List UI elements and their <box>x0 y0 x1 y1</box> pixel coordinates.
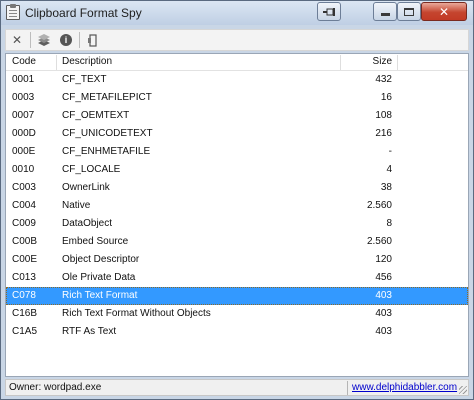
row-size: 432 <box>375 74 392 85</box>
maximize-button[interactable] <box>397 2 421 21</box>
list-row[interactable]: C00E Object Descriptor 120 <box>6 251 468 269</box>
row-code: 000E <box>12 146 36 157</box>
minimize-button[interactable] <box>373 2 397 21</box>
row-code: 000D <box>12 128 36 139</box>
help-button[interactable] <box>33 30 55 50</box>
pin-icon <box>323 7 335 16</box>
row-size: 120 <box>375 254 392 265</box>
list-row[interactable]: C004 Native 2.560 <box>6 197 468 215</box>
row-description: RTF As Text <box>62 326 117 337</box>
column-divider[interactable] <box>397 55 398 70</box>
column-divider[interactable] <box>340 55 341 70</box>
maximize-icon <box>404 7 414 16</box>
status-bar: Owner: wordpad.exe www.delphidabbler.com <box>5 379 469 396</box>
row-size: 8 <box>386 218 392 229</box>
row-code: 0001 <box>12 74 35 85</box>
row-code: C078 <box>12 290 36 301</box>
minimize-icon <box>380 13 390 16</box>
row-description: Object Descriptor <box>62 254 140 265</box>
about-button[interactable]: i <box>55 30 77 50</box>
list-row[interactable]: C00B Embed Source 2.560 <box>6 233 468 251</box>
row-description: DataObject <box>62 218 113 229</box>
row-description: CF_ENHMETAFILE <box>62 146 151 157</box>
exit-button[interactable] <box>82 30 104 50</box>
row-size: - <box>388 146 392 157</box>
row-description: Ole Private Data <box>62 272 136 283</box>
row-size: 16 <box>380 92 392 103</box>
row-description: OwnerLink <box>62 182 110 193</box>
row-size: 403 <box>375 290 392 301</box>
row-description: Rich Text Format <box>62 290 138 301</box>
close-icon: ✕ <box>11 33 23 47</box>
list-row[interactable]: 0003 CF_METAFILEPICT 16 <box>6 89 468 107</box>
row-code: C013 <box>12 272 36 283</box>
row-description: CF_OEMTEXT <box>62 110 130 121</box>
window-title: Clipboard Format Spy <box>25 6 142 20</box>
row-description: Native <box>62 200 91 211</box>
row-code: C009 <box>12 218 36 229</box>
column-header-code[interactable]: Code <box>12 56 36 67</box>
books-icon <box>38 33 50 46</box>
exit-door-icon <box>88 33 97 47</box>
toolbar: ✕ i <box>5 29 469 51</box>
row-description: CF_LOCALE <box>62 164 121 175</box>
main-window: Clipboard Format Spy ✕ ✕ i Code Descript… <box>0 0 474 400</box>
list-row[interactable]: C003 OwnerLink 38 <box>6 179 468 197</box>
list-row[interactable]: C009 DataObject 8 <box>6 215 468 233</box>
column-header-size[interactable]: Size <box>373 56 392 67</box>
info-icon: i <box>60 34 72 46</box>
row-code: 0007 <box>12 110 35 121</box>
row-code: C16B <box>12 308 38 319</box>
list-row[interactable]: 000D CF_UNICODETEXT 216 <box>6 125 468 143</box>
list-row[interactable]: 0007 CF_OEMTEXT 108 <box>6 107 468 125</box>
row-description: Embed Source <box>62 236 129 247</box>
row-size: 2.560 <box>366 200 392 211</box>
row-code: C004 <box>12 200 36 211</box>
list-header: Code Description Size <box>6 54 468 71</box>
column-header-description[interactable]: Description <box>62 56 112 67</box>
stay-on-top-button[interactable] <box>317 2 341 21</box>
list-row[interactable]: C013 Ole Private Data 456 <box>6 269 468 287</box>
website-link[interactable]: www.delphidabbler.com <box>352 382 457 393</box>
row-size: 216 <box>375 128 392 139</box>
row-code: C1A5 <box>12 326 38 337</box>
toolbar-separator <box>30 32 31 48</box>
row-description: Rich Text Format Without Objects <box>62 308 211 319</box>
clear-button[interactable]: ✕ <box>6 30 28 50</box>
row-size: 456 <box>375 272 392 283</box>
row-size: 38 <box>380 182 392 193</box>
clipboard-format-list[interactable]: Code Description Size 0001 CF_TEXT 432 0… <box>5 53 469 377</box>
list-row-selected[interactable]: C078 Rich Text Format 403 <box>6 287 468 305</box>
clipboard-app-icon <box>6 4 20 20</box>
toolbar-separator <box>79 32 80 48</box>
column-divider[interactable] <box>56 55 57 70</box>
list-row[interactable]: 0001 CF_TEXT 432 <box>6 71 468 89</box>
title-bar[interactable]: Clipboard Format Spy ✕ <box>1 1 473 25</box>
list-row[interactable]: 0010 CF_LOCALE 4 <box>6 161 468 179</box>
list-row[interactable]: C16B Rich Text Format Without Objects 40… <box>6 305 468 323</box>
close-icon: ✕ <box>438 4 450 19</box>
clipboard-owner-text: Owner: wordpad.exe <box>9 382 102 393</box>
close-button[interactable]: ✕ <box>421 2 467 21</box>
row-code: 0003 <box>12 92 35 103</box>
row-size: 403 <box>375 308 392 319</box>
status-separator <box>347 381 348 395</box>
resize-grip[interactable] <box>459 386 467 394</box>
list-row[interactable]: C1A5 RTF As Text 403 <box>6 323 468 341</box>
row-code: 0010 <box>12 164 35 175</box>
row-size: 2.560 <box>366 236 392 247</box>
row-size: 403 <box>375 326 392 337</box>
row-size: 4 <box>386 164 392 175</box>
row-description: CF_UNICODETEXT <box>62 128 153 139</box>
list-row[interactable]: 000E CF_ENHMETAFILE - <box>6 143 468 161</box>
row-code: C00E <box>12 254 38 265</box>
row-code: C003 <box>12 182 36 193</box>
row-description: CF_TEXT <box>62 74 107 85</box>
row-size: 108 <box>375 110 392 121</box>
row-code: C00B <box>12 236 38 247</box>
row-description: CF_METAFILEPICT <box>62 92 152 103</box>
